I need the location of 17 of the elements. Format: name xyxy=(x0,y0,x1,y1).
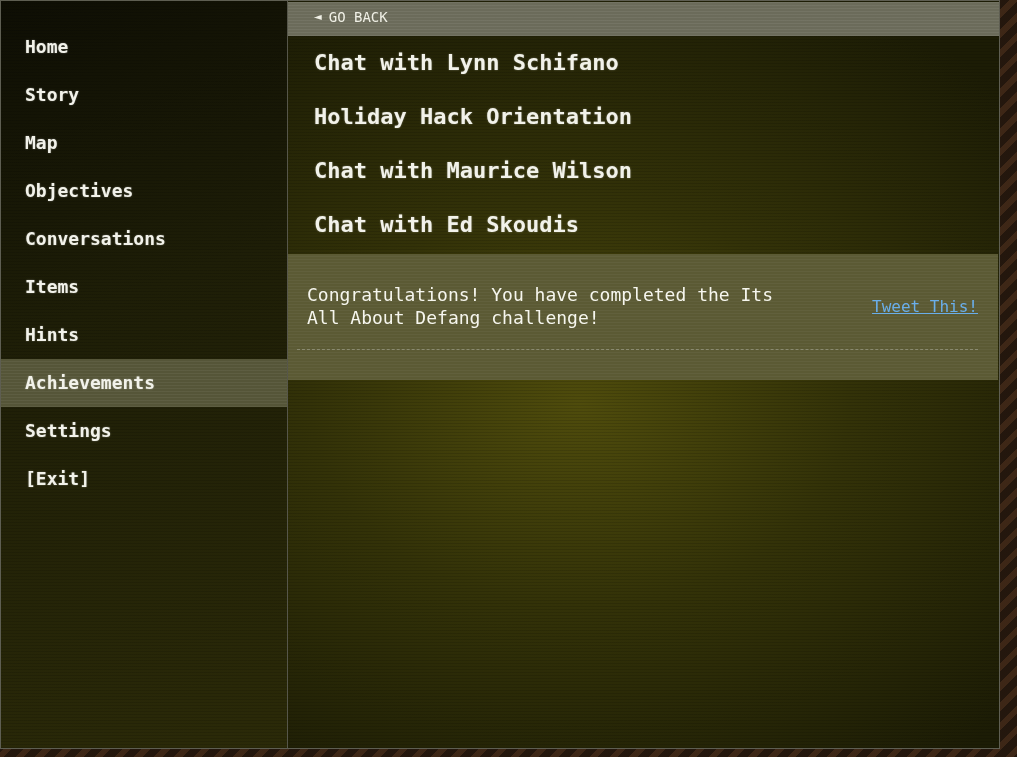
sidebar-item[interactable]: Conversations xyxy=(1,215,287,263)
sidebar-item[interactable]: Items xyxy=(1,263,287,311)
sidebar-item[interactable]: Achievements xyxy=(1,359,287,407)
sidebar-item[interactable]: Objectives xyxy=(1,167,287,215)
conversation-item[interactable]: Chat with Maurice Wilson xyxy=(288,144,999,198)
sidebar-item[interactable]: Story xyxy=(1,71,287,119)
sidebar-item[interactable]: Map xyxy=(1,119,287,167)
sidebar-item[interactable]: Hints xyxy=(1,311,287,359)
conversation-item[interactable]: Chat with Ed Skoudis xyxy=(288,198,999,252)
achievement-message: Congratulations! You have completed the Its All About Defang challenge! xyxy=(307,283,774,329)
go-back-button[interactable]: ◄ GO BACK xyxy=(288,2,999,36)
sidebar-item[interactable]: [Exit] xyxy=(1,455,287,503)
left-triangle-icon: ◄ xyxy=(314,11,322,22)
conversation-item[interactable]: Chat with Lynn Schifano xyxy=(288,36,999,90)
conversation-item[interactable]: Holiday Hack Orientation xyxy=(288,90,999,144)
sidebar-item[interactable]: Home xyxy=(1,23,287,71)
sidebar-item[interactable]: Settings xyxy=(1,407,287,455)
